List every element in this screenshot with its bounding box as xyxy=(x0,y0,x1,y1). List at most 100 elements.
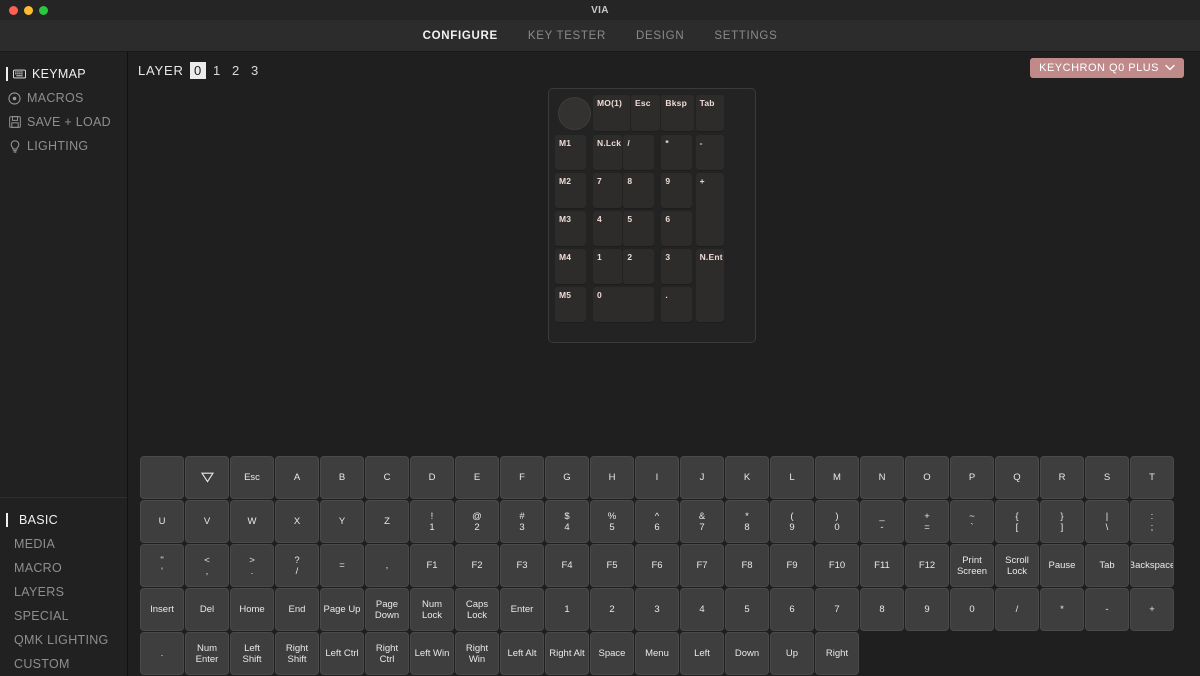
keyboard-key[interactable]: * xyxy=(661,135,692,172)
keyboard-key[interactable]: M4 xyxy=(555,249,586,286)
keycode-caps[interactable]: CapsLock xyxy=(455,588,499,631)
keycode-5[interactable]: 5 xyxy=(725,588,769,631)
keycode-1[interactable]: 1 xyxy=(545,588,589,631)
keycode-blank[interactable]: )0 xyxy=(815,500,859,543)
sidebar-item-qmk-lighting[interactable]: QMK LIGHTING xyxy=(0,628,127,652)
keyboard-key[interactable]: 0 xyxy=(593,287,654,324)
keycode-backspace[interactable]: Backspace xyxy=(1130,544,1174,587)
keycode-f11[interactable]: F11 xyxy=(860,544,904,587)
keycode-j[interactable]: J xyxy=(680,456,724,499)
keycode-blank[interactable]: $4 xyxy=(545,500,589,543)
keycode-num[interactable]: NumLock xyxy=(410,588,454,631)
keyboard-key[interactable]: N.Lck xyxy=(593,135,622,172)
keycode-3[interactable]: 3 xyxy=(635,588,679,631)
keycode-blank[interactable]: *8 xyxy=(725,500,769,543)
keycode-f12[interactable]: F12 xyxy=(905,544,949,587)
nav-tab-settings[interactable]: SETTINGS xyxy=(714,30,777,42)
keycode-u[interactable]: U xyxy=(140,500,184,543)
nav-tab-design[interactable]: DESIGN xyxy=(636,30,684,42)
layer-button-2[interactable]: 2 xyxy=(228,62,244,79)
keyboard-key[interactable]: Tab xyxy=(696,95,725,132)
keycode-right-alt[interactable]: Right Alt xyxy=(545,632,589,675)
keycode-n[interactable]: N xyxy=(860,456,904,499)
keycode-y[interactable]: Y xyxy=(320,500,364,543)
keyboard-key[interactable]: 2 xyxy=(623,249,654,286)
keycode-k[interactable]: K xyxy=(725,456,769,499)
keycode-tab[interactable]: Tab xyxy=(1085,544,1129,587)
keycode-blank[interactable]: _- xyxy=(860,500,904,543)
keycode-blank[interactable]: %5 xyxy=(590,500,634,543)
keycode-left-ctrl[interactable]: Left Ctrl xyxy=(320,632,364,675)
keycode-f6[interactable]: F6 xyxy=(635,544,679,587)
keycode-f10[interactable]: F10 xyxy=(815,544,859,587)
keycode-f5[interactable]: F5 xyxy=(590,544,634,587)
keycode-blank[interactable]: / xyxy=(995,588,1039,631)
keycode-f4[interactable]: F4 xyxy=(545,544,589,587)
keyboard-key[interactable]: M3 xyxy=(555,211,586,248)
sidebar-item-macro[interactable]: MACRO xyxy=(0,556,127,580)
keyboard-key[interactable]: Esc xyxy=(631,95,660,132)
keycode-print[interactable]: PrintScreen xyxy=(950,544,994,587)
keycode-esc[interactable]: Esc xyxy=(230,456,274,499)
keyboard-key[interactable]: M2 xyxy=(555,173,586,210)
keyboard-key[interactable]: 5 xyxy=(623,211,654,248)
keycode-blank[interactable]: + xyxy=(1130,588,1174,631)
keycode-blank[interactable]: >. xyxy=(230,544,274,587)
keycode-blank[interactable]: += xyxy=(905,500,949,543)
keycode-h[interactable]: H xyxy=(590,456,634,499)
keycode-blank[interactable]: :; xyxy=(1130,500,1174,543)
keyboard-key[interactable]: M5 xyxy=(555,287,586,324)
keycode-4[interactable]: 4 xyxy=(680,588,724,631)
keyboard-key[interactable]: 6 xyxy=(661,211,692,248)
keycode-f7[interactable]: F7 xyxy=(680,544,724,587)
keyboard-key[interactable]: N.Ent xyxy=(696,249,725,324)
sidebar-item-basic[interactable]: BASIC xyxy=(0,508,127,532)
layer-button-1[interactable]: 1 xyxy=(209,62,225,79)
keycode-down[interactable]: Down xyxy=(725,632,769,675)
keyboard-key[interactable]: 4 xyxy=(593,211,622,248)
keycode-pause[interactable]: Pause xyxy=(1040,544,1084,587)
keycode-8[interactable]: 8 xyxy=(860,588,904,631)
sidebar-item-macros[interactable]: MACROS xyxy=(0,86,127,110)
keycode-v[interactable]: V xyxy=(185,500,229,543)
keycode-blank[interactable]: (9 xyxy=(770,500,814,543)
keycode-end[interactable]: End xyxy=(275,588,319,631)
keycode-c[interactable]: C xyxy=(365,456,409,499)
keyboard-key[interactable]: 3 xyxy=(661,249,692,286)
keycode-page[interactable]: PageDown xyxy=(365,588,409,631)
keycode-blank[interactable]: , xyxy=(365,544,409,587)
keycode-scroll[interactable]: ScrollLock xyxy=(995,544,1039,587)
keycode-blank[interactable]: ~` xyxy=(950,500,994,543)
keycode-blank[interactable]: ^6 xyxy=(635,500,679,543)
keycode-9[interactable]: 9 xyxy=(905,588,949,631)
keyboard-key[interactable]: / xyxy=(623,135,654,172)
keycode-blank[interactable]: !1 xyxy=(410,500,454,543)
keycode-7[interactable]: 7 xyxy=(815,588,859,631)
keycode-blank[interactable]: @2 xyxy=(455,500,499,543)
keycode-2[interactable]: 2 xyxy=(590,588,634,631)
keycode-left[interactable]: Left xyxy=(680,632,724,675)
keyboard-key[interactable]: 9 xyxy=(661,173,692,210)
keycode-blank[interactable]: |\ xyxy=(1085,500,1129,543)
keycode-up[interactable]: Up xyxy=(770,632,814,675)
sidebar-item-special[interactable]: SPECIAL xyxy=(0,604,127,628)
keycode-f3[interactable]: F3 xyxy=(500,544,544,587)
keycode-del[interactable]: Del xyxy=(185,588,229,631)
keycode-m[interactable]: M xyxy=(815,456,859,499)
keycode-z[interactable]: Z xyxy=(365,500,409,543)
keycode-blank[interactable]: - xyxy=(1085,588,1129,631)
keycode-blank[interactable]: {[ xyxy=(995,500,1039,543)
keycode-r[interactable]: R xyxy=(1040,456,1084,499)
keycode-blank[interactable]: #3 xyxy=(500,500,544,543)
keycode-q[interactable]: Q xyxy=(995,456,1039,499)
keycode-enter[interactable]: Enter xyxy=(500,588,544,631)
keycode-transparent-triangle-icon[interactable] xyxy=(185,456,229,499)
keycode-e[interactable]: E xyxy=(455,456,499,499)
sidebar-item-keymap[interactable]: KEYMAP xyxy=(0,62,127,86)
keycode-d[interactable]: D xyxy=(410,456,454,499)
keyboard-key[interactable]: 7 xyxy=(593,173,622,210)
nav-tab-key-tester[interactable]: KEY TESTER xyxy=(528,30,606,42)
keycode-b[interactable]: B xyxy=(320,456,364,499)
keyboard-key[interactable]: 8 xyxy=(623,173,654,210)
keycode-p[interactable]: P xyxy=(950,456,994,499)
